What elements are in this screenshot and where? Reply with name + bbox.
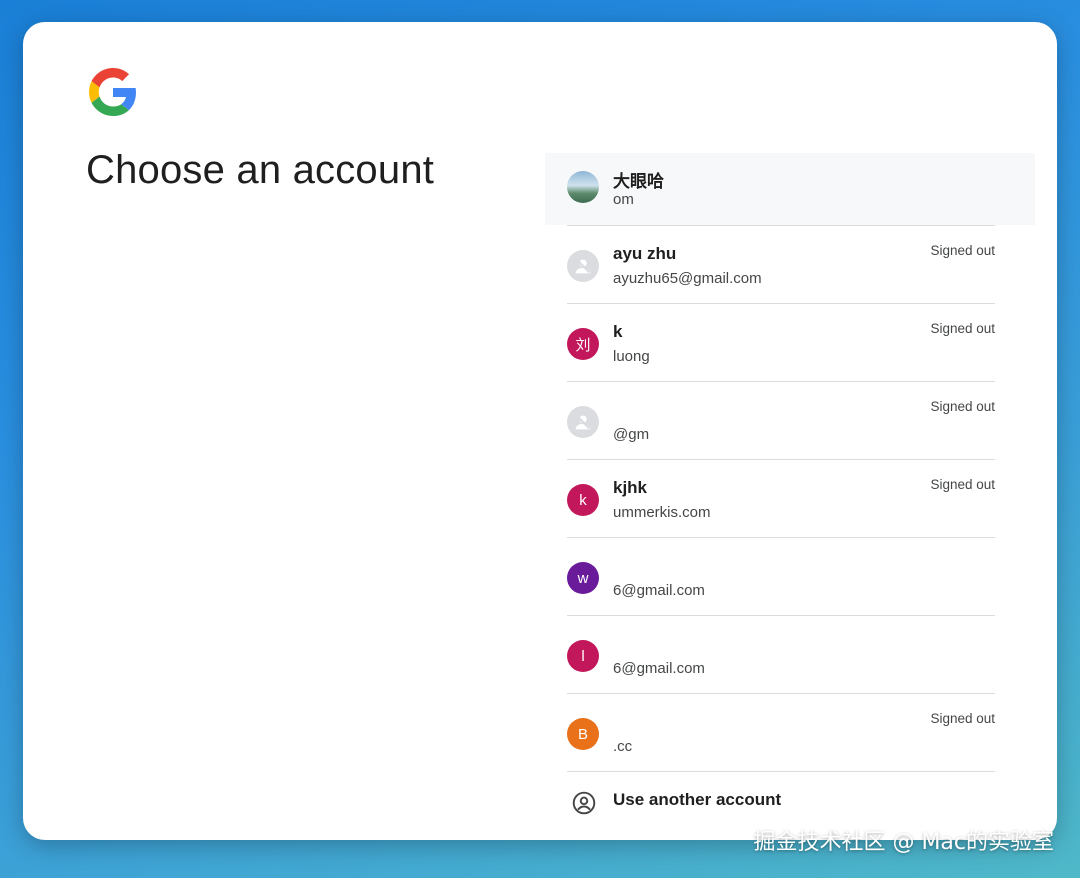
page-title: Choose an account bbox=[86, 148, 435, 192]
avatar: w bbox=[567, 562, 599, 594]
account-email: @gm bbox=[613, 426, 650, 443]
person-off-icon bbox=[575, 414, 591, 430]
account-item[interactable]: l 6@gmail.com bbox=[567, 616, 995, 694]
status-badge: Signed out bbox=[930, 321, 995, 336]
status-badge: Signed out bbox=[930, 399, 995, 414]
avatar: k bbox=[567, 484, 599, 516]
watermark: 掘金技术社区 @ Mac的实验室 bbox=[753, 830, 1054, 855]
account-name: kjhk bbox=[613, 478, 648, 497]
account-item[interactable]: k kjhk ummerkis.com Signed out bbox=[567, 460, 995, 538]
account-name: ayu zhu bbox=[613, 244, 677, 263]
account-list: 大眼哈 om ayu zhu ayuzhu65@gmail.com Signed… bbox=[545, 153, 1035, 834]
avatar bbox=[567, 250, 599, 282]
account-email: .cc bbox=[613, 738, 633, 755]
google-logo bbox=[89, 68, 136, 116]
account-chooser-card: Choose an account 大眼哈 om ayu zhu ayuzhu6… bbox=[23, 22, 1057, 840]
account-item[interactable]: 大眼哈 om bbox=[545, 153, 1035, 225]
status-badge: Signed out bbox=[930, 477, 995, 492]
account-item[interactable]: 刘 k luong Signed out bbox=[567, 304, 995, 382]
account-item[interactable]: B .cc Signed out bbox=[567, 694, 995, 772]
avatar bbox=[567, 171, 599, 203]
account-email: om bbox=[613, 191, 634, 208]
account-email: ummerkis.com bbox=[613, 504, 711, 521]
status-badge: Signed out bbox=[930, 243, 995, 258]
account-item[interactable]: @gm Signed out bbox=[567, 382, 995, 460]
status-badge: Signed out bbox=[930, 711, 995, 726]
use-another-account-label: Use another account bbox=[613, 790, 782, 809]
account-email: ayuzhu65@gmail.com bbox=[613, 270, 762, 287]
account-item[interactable]: w 6@gmail.com bbox=[567, 538, 995, 616]
account-item[interactable]: ayu zhu ayuzhu65@gmail.com Signed out bbox=[567, 226, 995, 304]
account-email: 6@gmail.com bbox=[613, 660, 705, 677]
avatar: B bbox=[567, 718, 599, 750]
account-name: 大眼哈 bbox=[613, 172, 664, 191]
person-off-icon bbox=[575, 258, 591, 274]
avatar bbox=[567, 406, 599, 438]
account-name: k bbox=[613, 322, 623, 341]
account-email: 6@gmail.com bbox=[613, 582, 705, 599]
account-circle-icon bbox=[572, 791, 596, 815]
account-email: luong bbox=[613, 348, 650, 365]
avatar: 刘 bbox=[567, 328, 599, 360]
avatar: l bbox=[567, 640, 599, 672]
